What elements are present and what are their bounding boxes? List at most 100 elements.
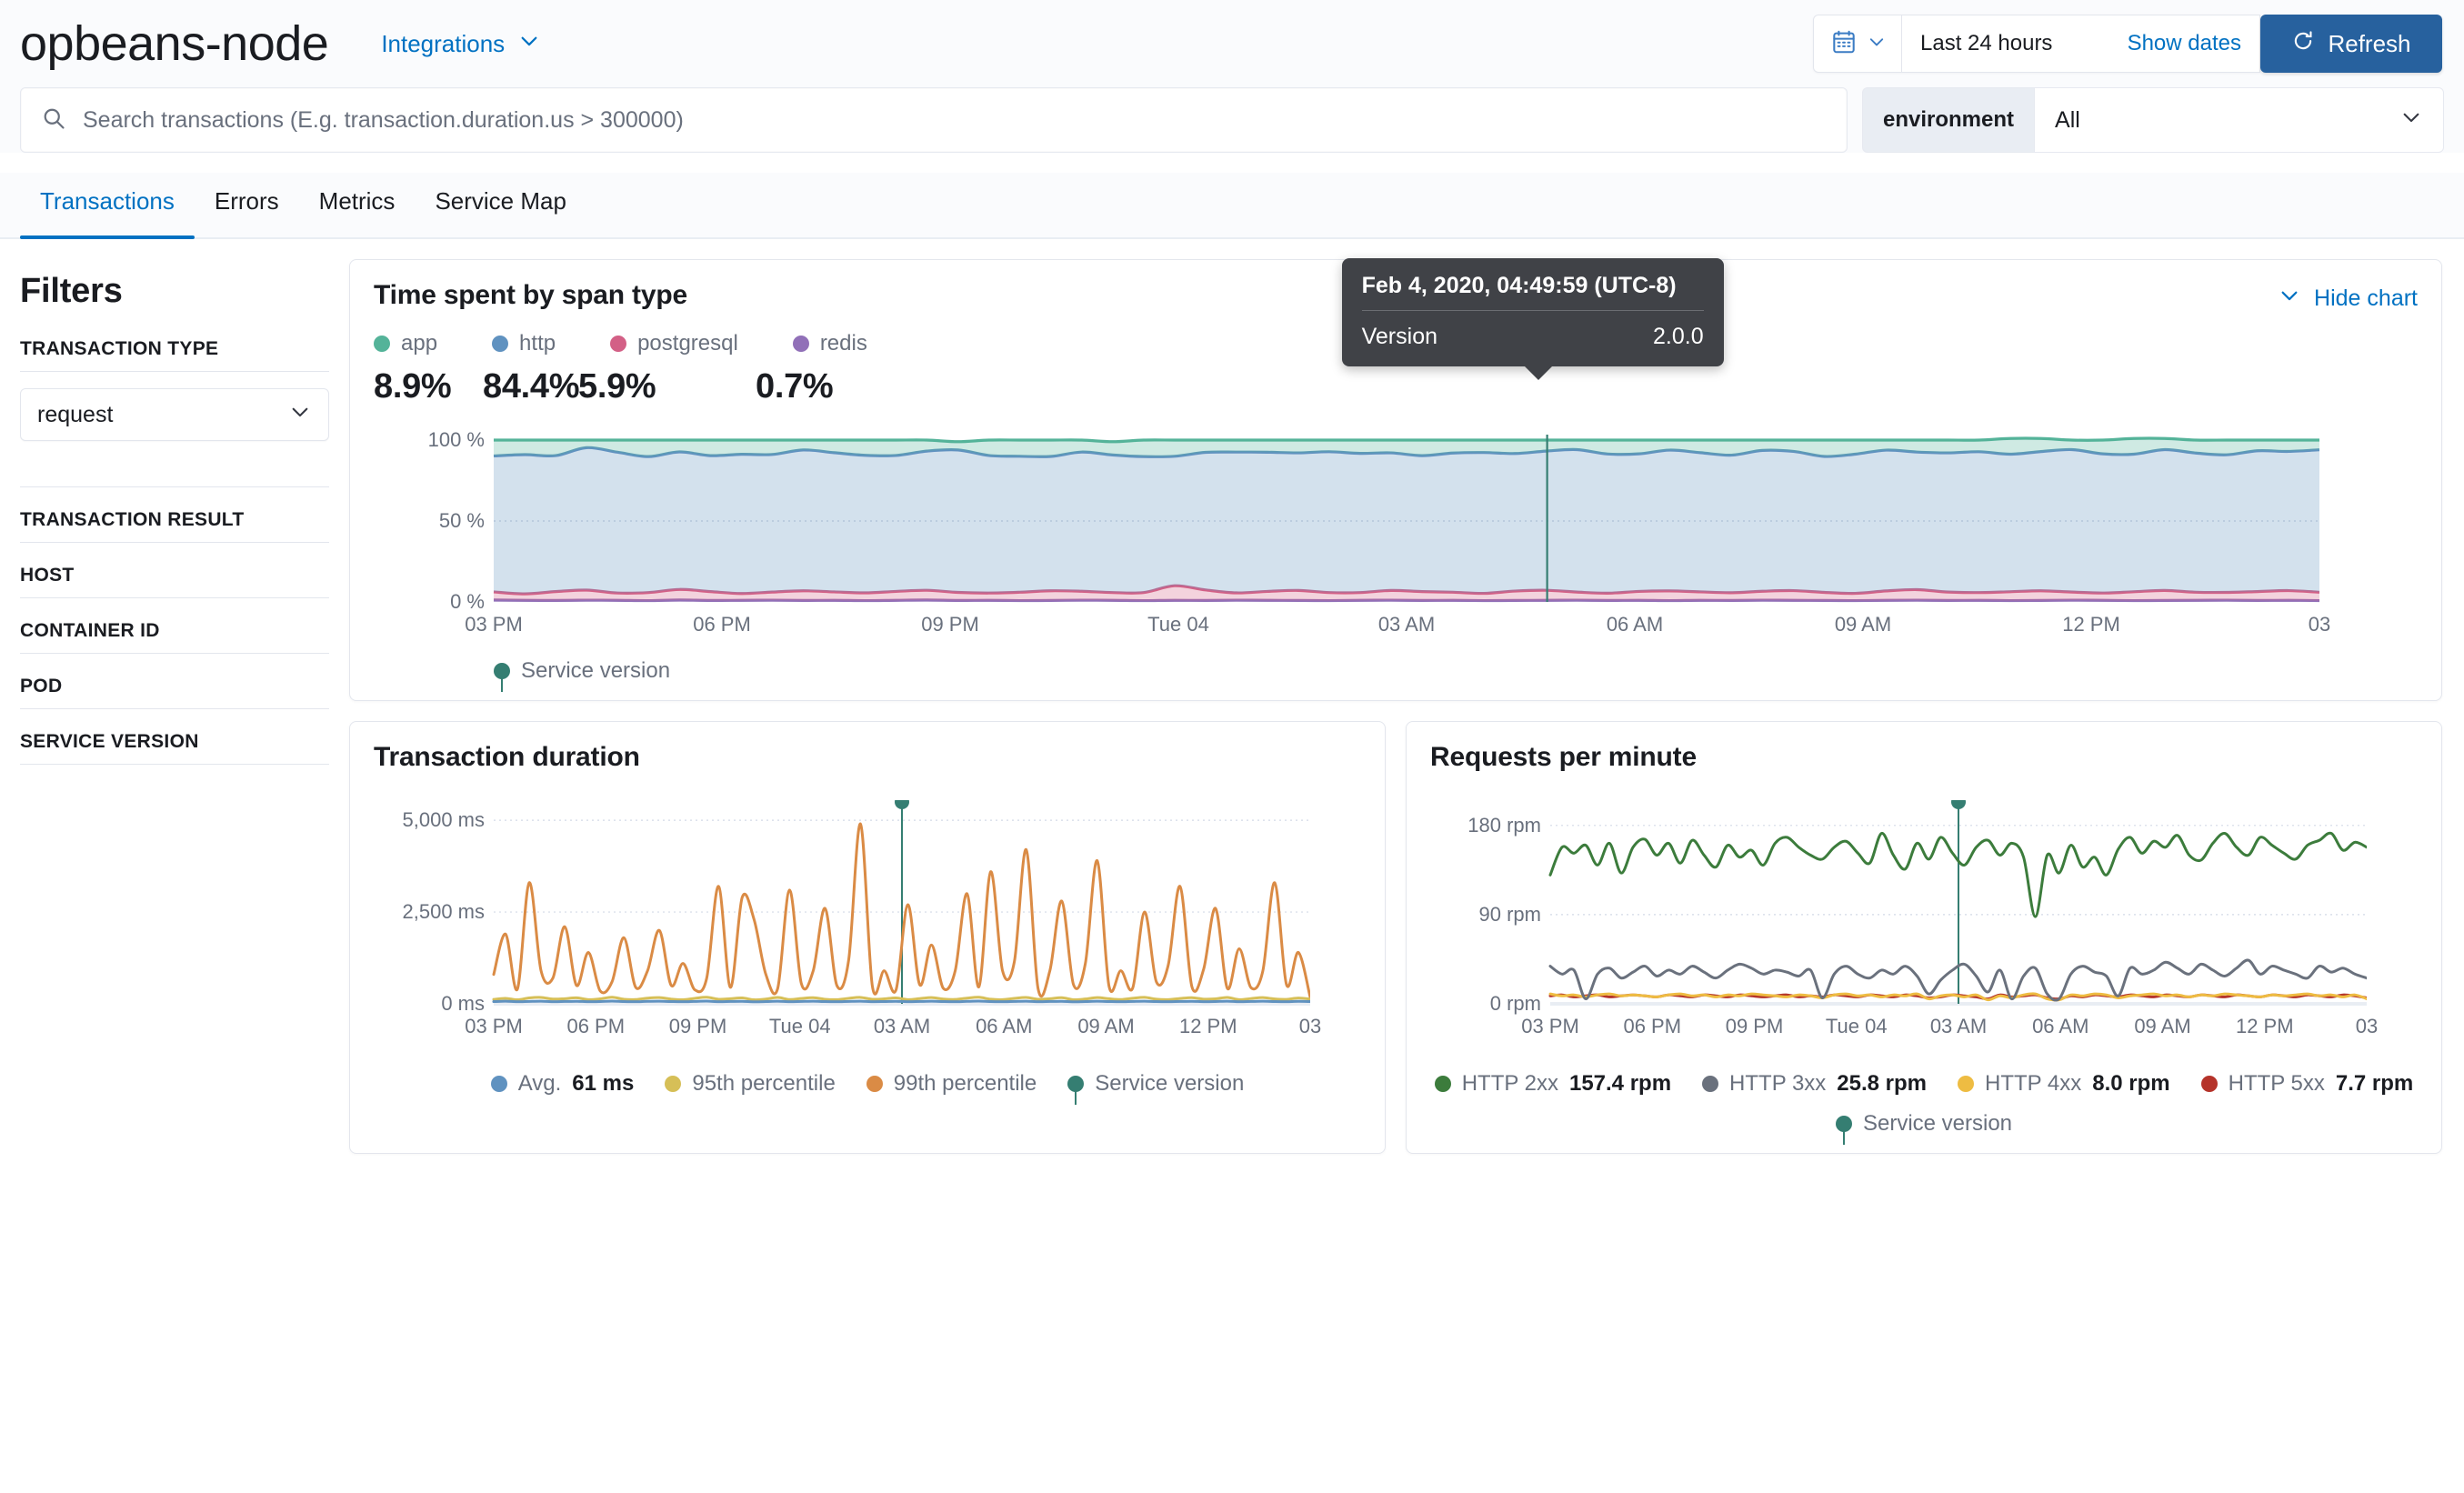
legend-value: 25.8 rpm	[1837, 1071, 1928, 1096]
legend-label: http	[519, 331, 556, 356]
tab-label: Errors	[214, 187, 279, 215]
legend-item-http-2xx[interactable]: HTTP 2xx 157.4 rpm	[1434, 1071, 1671, 1097]
rpm-chart-plot[interactable]: 0 rpm 90 rpm 180 rpm 03 PM 06 PM 09 PM Tue 04…	[1430, 800, 2418, 1046]
x-axis-tick: 03 AM	[1377, 613, 1436, 636]
refresh-icon	[2291, 29, 2315, 59]
rpm-legend: HTTP 2xx 157.4 rpm HTTP 3xx 25.8 rpm HTTP 4x…	[1430, 1071, 2418, 1137]
y-axis-tick: 2,500 ms	[402, 900, 486, 924]
filter-label: SERVICE VERSION	[20, 731, 199, 752]
duration-chart-plot[interactable]: 0 ms 2,500 ms 5,000 ms 03 PM 06 PM 09 PM Tue …	[374, 800, 1361, 1046]
show-dates-button[interactable]: Show dates	[2128, 31, 2259, 56]
x-axis-tick: 06 AM	[1606, 613, 1664, 636]
requests-per-minute-card: Requests per minute 0 rpm 90 rpm 180 rpm 0…	[1406, 721, 2442, 1154]
sidebar-item-container-id[interactable]: CONTAINER ID	[20, 598, 329, 654]
legend-dot-icon	[374, 336, 390, 352]
hide-chart-button[interactable]: Hide chart	[2278, 284, 2418, 314]
refresh-button[interactable]: Refresh	[2260, 15, 2442, 73]
charts-content: Time spent by span type Hide chart app ht…	[349, 258, 2442, 1154]
x-axis-tick: 12 PM	[2062, 613, 2120, 636]
sidebar-item-pod[interactable]: POD	[20, 654, 329, 709]
legend-item-95th-percentile[interactable]: 95th percentile	[665, 1071, 836, 1097]
charts-row: Transaction duration 0 ms 2,500 ms 5,000 m…	[349, 721, 2442, 1154]
x-axis-tick: Tue 04	[1825, 1015, 1888, 1037]
date-range-value[interactable]: Last 24 hours	[1902, 31, 2128, 56]
sidebar-item-transaction-result[interactable]: TRANSACTION RESULT	[20, 487, 329, 543]
date-picker[interactable]: Last 24 hours Show dates	[1813, 15, 2260, 73]
x-axis-tick: 03	[2308, 613, 2331, 636]
x-axis-tick: 09 AM	[1834, 613, 1892, 636]
span-percentage-postgresql: 5.9%	[578, 367, 656, 406]
legend-item-http-4xx[interactable]: HTTP 4xx 8.0 rpm	[1958, 1071, 2170, 1097]
legend-item-99th-percentile[interactable]: 99th percentile	[866, 1071, 1037, 1097]
legend-item-service-version[interactable]: Service version	[1067, 1071, 1244, 1097]
y-axis-tick: 100 %	[427, 428, 485, 451]
sidebar-item-service-version[interactable]: SERVICE VERSION	[20, 709, 329, 765]
chevron-down-icon	[2278, 284, 2301, 314]
tooltip-arrow	[1523, 366, 1553, 380]
x-axis-tick: 06 AM	[2032, 1015, 2089, 1037]
legend-value: 8.0 rpm	[2092, 1071, 2170, 1096]
span-percentage-redis: 0.7%	[756, 367, 834, 406]
legend-item-app[interactable]: app	[374, 331, 437, 356]
rpm-chart-title: Requests per minute	[1430, 742, 1697, 772]
span-chart-plot[interactable]: 0 % 50 % 100 % 03 PM 06 PM 09 PM Tue 04 03 AM 0…	[374, 428, 2418, 644]
service-version-marker-icon	[494, 663, 510, 679]
transaction-type-select[interactable]: request	[20, 388, 329, 441]
legend-item-http-3xx[interactable]: HTTP 3xx 25.8 rpm	[1702, 1071, 1927, 1097]
integrations-dropdown[interactable]: Integrations	[381, 29, 541, 59]
legend-item-http[interactable]: http	[492, 331, 556, 356]
sidebar-item-host[interactable]: HOST	[20, 543, 329, 598]
transaction-duration-card: Transaction duration 0 ms 2,500 ms 5,000 m…	[349, 721, 1386, 1154]
tab-transactions[interactable]: Transactions	[20, 173, 195, 239]
legend-item-postgresql[interactable]: postgresql	[610, 331, 738, 356]
chevron-down-icon	[1867, 32, 1887, 56]
span-annotation-legend: Service version	[374, 658, 2418, 684]
tooltip-row: Version 2.0.0	[1362, 311, 1704, 350]
rpm-x-axis: 03 PM 06 PM 09 PM Tue 04 03 AM 06 AM 09 AM 12 P…	[1430, 1009, 2418, 1046]
x-axis-tick: 06 AM	[976, 1015, 1033, 1037]
environment-filter[interactable]: environment All	[1862, 87, 2444, 153]
span-percentage-app: 8.9%	[374, 367, 452, 406]
duration-chart-title: Transaction duration	[374, 742, 640, 772]
chevron-down-icon	[517, 29, 541, 59]
legend-dot-icon	[792, 336, 809, 352]
legend-dot-icon	[1434, 1076, 1451, 1092]
legend-item-http-5xx[interactable]: HTTP 5xx 7.7 rpm	[2200, 1071, 2414, 1097]
calendar-quick-select-button[interactable]	[1814, 15, 1902, 72]
tab-metrics[interactable]: Metrics	[299, 173, 416, 237]
legend-label: Service version	[1862, 1111, 2013, 1136]
filter-label: TRANSACTION TYPE	[20, 338, 219, 359]
legend-label: HTTP 4xx	[1985, 1071, 2082, 1096]
legend-item-redis[interactable]: redis	[792, 331, 867, 356]
service-version-marker-icon	[1835, 1116, 1852, 1132]
tooltip-row-value: 2.0.0	[1653, 324, 1704, 349]
page-header: opbeans-node Integrations Last 24 hours …	[0, 0, 2464, 87]
y-axis-tick: 5,000 ms	[402, 808, 486, 832]
divider	[20, 371, 329, 372]
environment-select[interactable]: All	[2034, 87, 2444, 153]
tab-label: Transactions	[40, 187, 175, 215]
legend-item-avg-[interactable]: Avg. 61 ms	[490, 1071, 634, 1097]
apm-transactions-page: opbeans-node Integrations Last 24 hours …	[0, 0, 2464, 1493]
x-axis-tick: Tue 04	[768, 1015, 831, 1037]
legend-label: postgresql	[637, 331, 738, 356]
legend-item-service-version[interactable]: Service version	[1835, 1111, 2013, 1137]
chart-tooltip: Feb 4, 2020, 04:49:59 (UTC-8) Version 2.…	[1341, 258, 1724, 380]
legend-value: 7.7 rpm	[2335, 1071, 2414, 1096]
legend-label: redis	[819, 331, 867, 356]
x-axis-tick: 03 PM	[465, 613, 523, 636]
search-input[interactable]: Search transactions (E.g. transaction.du…	[20, 87, 1848, 153]
x-axis-tick: 12 PM	[1178, 1015, 1237, 1037]
tab-label: Service Map	[435, 187, 566, 215]
transaction-type-value: request	[37, 401, 114, 427]
rpm-y-axis: 0 rpm 90 rpm 180 rpm	[1430, 800, 1548, 1015]
x-axis-tick: 09 AM	[2134, 1015, 2191, 1037]
tab-service-map[interactable]: Service Map	[415, 173, 586, 237]
chevron-down-icon	[2399, 105, 2423, 135]
tab-errors[interactable]: Errors	[195, 173, 299, 237]
chevron-down-icon	[288, 400, 312, 430]
filter-label: HOST	[20, 565, 75, 586]
legend-dot-icon	[1702, 1076, 1719, 1092]
filter-transaction-type: TRANSACTION TYPE request	[20, 338, 329, 487]
filter-label: TRANSACTION RESULT	[20, 509, 245, 530]
